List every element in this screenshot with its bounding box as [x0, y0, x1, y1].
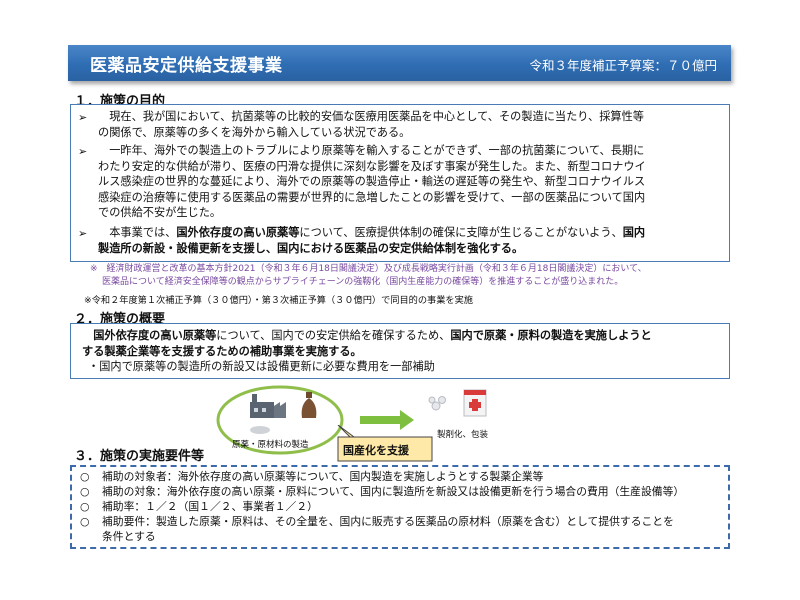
purpose-p2-line-5: での供給不安が生じた。: [98, 206, 222, 219]
purpose-paragraph-1: 現在、我が国において、抗菌薬等の比較的安価な医療用医薬品を中心として、その製造に…: [98, 109, 726, 140]
purpose-paragraph-2: 一昨年、海外での製造上のトラブルにより原薬等を輸入することができず、一部の抗菌薬…: [98, 143, 726, 221]
purpose-p3-line-1: 本事業では、国外依存度の高い原薬等について、医療提供体制の確保に支障が生じること…: [98, 226, 646, 239]
medicine-box-icon: [463, 389, 487, 417]
manufacturing-caption: 原薬・原材料の製造: [232, 440, 309, 450]
support-callout: 国産化を支援: [343, 444, 409, 457]
requirement-row-continuation: 条件とする: [102, 530, 156, 543]
title-banner: 医薬品安定供給支援事業 令和３年度補正予算案：７０億円: [68, 45, 731, 81]
section-3-title: ３．施策の実施要件等: [74, 449, 205, 464]
requirement-row: ○ 補助要件：製造した原薬・原料は、その全量を、国内に販売する医薬品の原材料（原薬…: [80, 515, 674, 528]
powder-icon: [250, 426, 270, 434]
purpose-p2-line-1: 一昨年、海外での製造上のトラブルにより原薬等を輸入することができず、一部の抗菌薬…: [98, 144, 645, 157]
requirement-row: ○ 補助の対象者：海外依存度の高い原薬等について、国内製造を実施しようとする製薬企…: [80, 470, 544, 483]
purpose-p1-line-2: の関係で、原薬等の多くを海外から輸入している状況である。: [98, 125, 411, 139]
requirement-row: ○ 補助率：１／２（国１／２、事業者１／２）: [80, 500, 318, 513]
budget-note: ※令和２年度第１次補正予算（３０億円）・第３次補正予算（３０億円）で同目的の事業…: [84, 295, 473, 306]
purpose-p3-line-2: 製造所の新設・設備更新を支援し、国内における医薬品の安定供給体制を強化する。: [98, 241, 524, 255]
overview-text: 国外依存度の高い原薬等について、国内での安定供給を確保するため、国内で原薬・原料…: [82, 329, 652, 373]
bullet-arrow-icon: ➢: [78, 227, 88, 240]
budget-label: 令和３年度補正予算案：７０億円: [529, 58, 717, 73]
bullet-arrow-icon: ➢: [78, 145, 88, 158]
purpose-p1-line-1: 現在、我が国において、抗菌薬等の比較的安価な医療用医薬品を中心として、その製造に…: [98, 110, 644, 123]
page-title: 医薬品安定供給支援事業: [90, 56, 283, 76]
requirement-row: ○ 補助の対象：海外依存度の高い原薬・原料について、国内に製造所を新設又は設備更新…: [80, 485, 685, 498]
purpose-p2-line-3: ルス感染症の世界的な蔓延により、海外での原薬等の製造停止・輸送の遅延等の発生や、…: [98, 175, 646, 188]
bullet-arrow-icon: ➢: [78, 111, 88, 124]
purpose-p2-line-4: 感染症の治療等に使用する医薬品の需要が世界的に急増したことの影響を受けて、一部の…: [98, 190, 646, 204]
purpose-p2-line-2: わたり安定的な供給が滞り、医療の円滑な提供に深刻な影響を及ぼす事案が発生した。ま…: [98, 159, 646, 173]
purpose-paragraph-3: 本事業では、国外依存度の高い原薬等について、医療提供体制の確保に支障が生じること…: [98, 225, 726, 256]
tablets-icon: [428, 396, 446, 411]
policy-note: ※ 経済財政運営と改革の基本方針2021（令和３年６月18日閣議決定）及び成長戦…: [90, 264, 647, 287]
packaging-caption: 製剤化、包装: [437, 430, 489, 440]
